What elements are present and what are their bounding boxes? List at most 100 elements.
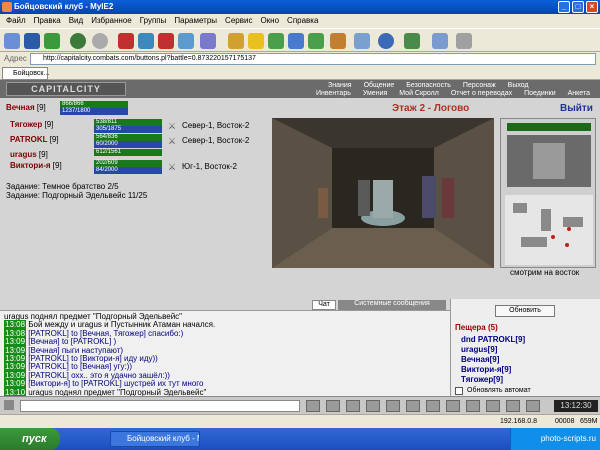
home-icon[interactable] xyxy=(178,33,194,49)
search-icon[interactable] xyxy=(228,33,244,49)
history-icon[interactable] xyxy=(268,33,284,49)
chat-menu-icon[interactable] xyxy=(4,400,14,410)
maximize-icon[interactable]: □ xyxy=(572,1,584,13)
chat-tool-icon[interactable] xyxy=(306,400,320,412)
party-member-name[interactable]: uragus [9] xyxy=(10,150,48,159)
self-name[interactable]: Вечная [9] xyxy=(6,103,46,112)
refresh-icon[interactable] xyxy=(138,33,154,49)
stop-icon[interactable] xyxy=(118,33,134,49)
open-icon[interactable] xyxy=(44,33,60,49)
dungeon-scene-graphic xyxy=(272,118,494,268)
swords-icon[interactable]: ⚔ xyxy=(168,162,178,172)
refresh-button[interactable]: Обновить xyxy=(495,305,555,317)
window-title: Бойцовский клуб - MyIE2 xyxy=(14,2,114,11)
game-nav-top: Знания Общение Безопасность Персонаж Выход xyxy=(322,82,535,89)
tab-label: Бойцовск... xyxy=(13,70,50,77)
menu-item-7[interactable]: Окно xyxy=(256,16,283,25)
menu-item-4[interactable]: Группы xyxy=(136,16,171,25)
chat-text: uragus поднял предмет "Подгорный Эдельве… xyxy=(28,387,207,396)
menu-bar: Файл Правка Вид Избранное Группы Параметры Сер… xyxy=(0,14,600,28)
location-title: Этаж 2 - Логово xyxy=(392,103,470,114)
party-position: Север-1, Восток-2 xyxy=(182,121,250,130)
exit-link[interactable]: Выйти xyxy=(560,103,593,114)
game-subnav-item-1[interactable]: Умения xyxy=(357,90,393,97)
chat-tool-icon[interactable] xyxy=(346,400,360,412)
party-member-name[interactable]: Тягожер [9] xyxy=(10,120,53,129)
tab-system-messages[interactable]: Системные сообщения xyxy=(338,300,446,310)
chat-tool-icon[interactable] xyxy=(526,400,540,412)
minimize-icon[interactable]: _ xyxy=(558,1,570,13)
browser-tab[interactable]: Бойцовск... xyxy=(2,67,50,80)
swords-icon[interactable]: ⚔ xyxy=(168,121,178,131)
roster-member[interactable]: Тягожер[9] xyxy=(461,375,503,384)
party-member-name[interactable]: PATROKL [9] xyxy=(10,135,59,144)
back-icon[interactable] xyxy=(70,33,86,49)
taskbar-item[interactable]: Бойцовский клуб - M... xyxy=(110,431,200,447)
roster-member[interactable]: Вечная[9] xyxy=(461,355,499,364)
proxy-icon[interactable] xyxy=(288,33,304,49)
party-position: Юг-1, Восток-2 xyxy=(182,162,237,171)
favorites-icon[interactable] xyxy=(248,33,264,49)
chat-tool-icon[interactable] xyxy=(326,400,340,412)
user-icon[interactable] xyxy=(308,33,324,49)
menu-item-2[interactable]: Вид xyxy=(65,16,87,25)
roster-member[interactable]: dnd PATROKL[9] xyxy=(461,335,525,344)
font-icon[interactable] xyxy=(330,33,346,49)
menu-item-6[interactable]: Сервис xyxy=(221,16,256,25)
start-label: пуск xyxy=(22,433,47,445)
party-member-name[interactable]: Виктори-я [9] xyxy=(10,161,62,170)
swords-icon[interactable]: ⚔ xyxy=(168,136,178,146)
chat-tool-icon[interactable] xyxy=(406,400,420,412)
game-nav-item-2[interactable]: Безопасность xyxy=(400,82,457,89)
minimap-graphic xyxy=(505,123,593,265)
game-subnav-item-0[interactable]: Инвентарь xyxy=(310,90,357,97)
game-nav-item-4[interactable]: Выход xyxy=(502,82,535,89)
minimap[interactable] xyxy=(500,118,596,268)
chat-tool-icon[interactable] xyxy=(366,400,380,412)
zoom-icon[interactable] xyxy=(354,33,370,49)
start-button[interactable]: пуск xyxy=(0,428,60,450)
menu-item-3[interactable]: Избранное xyxy=(87,16,136,25)
party-mp-bar: 305/1875 xyxy=(94,126,162,133)
auto-refresh-checkbox[interactable] xyxy=(455,387,463,395)
party-mp-bar: 84/2000 xyxy=(94,167,162,174)
menu-item-5[interactable]: Параметры xyxy=(170,16,221,25)
chat-tool-icon[interactable] xyxy=(466,400,480,412)
game-logo: CAPITALCITY xyxy=(6,82,126,96)
save-icon[interactable] xyxy=(24,33,40,49)
game-nav-item-3[interactable]: Персонаж xyxy=(457,82,502,89)
menu-item-8[interactable]: Справка xyxy=(283,16,322,25)
print-icon[interactable] xyxy=(456,33,472,49)
forward-icon[interactable] xyxy=(92,33,108,49)
menu-item-1[interactable]: Правка xyxy=(30,16,65,25)
game-subnav-item-3[interactable]: Отчет о переводах xyxy=(445,90,518,97)
menu-item-0[interactable]: Файл xyxy=(2,16,30,25)
mail-icon[interactable] xyxy=(432,33,448,49)
close-icon[interactable]: × xyxy=(586,1,598,13)
quest-1: Задание: Темное братство 2/5 xyxy=(6,182,119,191)
chat-timestamp[interactable]: 13:10 xyxy=(4,387,27,396)
roster-member[interactable]: uragus[9] xyxy=(461,345,497,354)
address-input[interactable]: http://capitalcity.combats.com/buttons.p… xyxy=(30,53,596,65)
chat-tool-icon[interactable] xyxy=(386,400,400,412)
tab-chat[interactable]: Чат xyxy=(312,300,336,310)
new-window-icon[interactable] xyxy=(4,33,20,49)
chat-log[interactable]: uragus поднял предмет "Подгорный Эдельве… xyxy=(0,310,450,396)
chat-tool-icon[interactable] xyxy=(506,400,520,412)
globe-icon[interactable] xyxy=(378,33,394,49)
system-tray: photo-scripts.ru xyxy=(510,428,600,450)
game-subnav-item-4[interactable]: Поединки xyxy=(518,90,562,97)
game-subnav-item-5[interactable]: Анкета xyxy=(562,90,596,97)
chat-tool-icon[interactable] xyxy=(426,400,440,412)
download-icon[interactable] xyxy=(404,33,420,49)
dungeon-scene[interactable] xyxy=(272,118,494,268)
game-nav-item-0[interactable]: Знания xyxy=(322,82,358,89)
chat-tool-icon[interactable] xyxy=(486,400,500,412)
roster-member[interactable]: Виктори-я[9] xyxy=(461,365,511,374)
chat-input[interactable] xyxy=(20,400,300,412)
chat-tool-icon[interactable] xyxy=(446,400,460,412)
group-icon[interactable] xyxy=(200,33,216,49)
game-subnav-item-2[interactable]: Мой Скролл xyxy=(393,90,445,97)
close-tab-icon[interactable] xyxy=(158,33,174,49)
game-nav-item-1[interactable]: Общение xyxy=(358,82,401,89)
